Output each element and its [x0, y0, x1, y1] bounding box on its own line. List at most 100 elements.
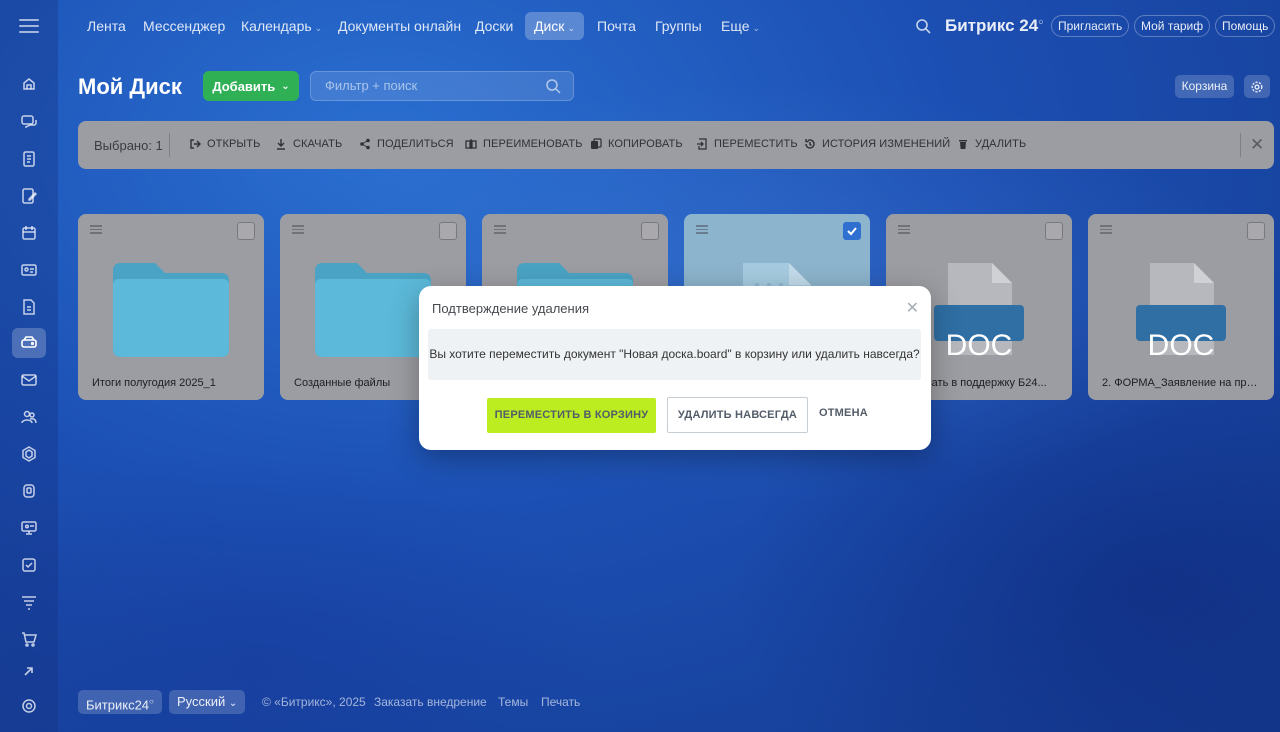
selection-toolbar: Выбрано: 1 ОТКРЫТЬ СКАЧАТЬ ПОДЕЛИТЬСЯ ПЕ…: [78, 121, 1274, 169]
folder-icon: [78, 246, 264, 372]
select-checkbox[interactable]: [641, 222, 659, 240]
funnel-icon[interactable]: [12, 587, 46, 617]
nav-groups[interactable]: Группы: [646, 12, 711, 40]
search-icon[interactable]: [545, 78, 561, 94]
move-action[interactable]: ПЕРЕМЕСТИТЬ: [696, 138, 798, 150]
trash-bin-button[interactable]: Корзина: [1175, 75, 1234, 98]
open-icon: [190, 139, 201, 149]
close-icon[interactable]: ✕: [906, 298, 919, 318]
drag-handle-icon[interactable]: [898, 225, 910, 234]
order-implementation-link[interactable]: Заказать внедрение: [374, 695, 487, 709]
nav-messenger[interactable]: Мессенджер: [134, 12, 234, 40]
help-button[interactable]: Помощь: [1215, 15, 1276, 37]
select-checkbox[interactable]: [1247, 222, 1265, 240]
presentation-icon[interactable]: [12, 513, 46, 543]
divider: [169, 133, 170, 157]
invite-button[interactable]: Пригласить: [1051, 15, 1130, 37]
nav-boards[interactable]: Доски: [466, 12, 522, 40]
share-icon: [360, 138, 370, 150]
footer-brand-button[interactable]: Битрикс24○: [78, 690, 162, 714]
select-checkbox[interactable]: [439, 222, 457, 240]
robot-icon[interactable]: [12, 476, 46, 506]
select-checkbox[interactable]: [1045, 222, 1063, 240]
open-action[interactable]: ОТКРЫТЬ: [189, 138, 260, 150]
expand-arrow-icon[interactable]: [12, 657, 46, 687]
trash-icon: [959, 140, 967, 149]
history-action[interactable]: ИСТОРИЯ ИЗМЕНЕНИЙ: [804, 138, 950, 150]
nav-documents-online[interactable]: Документы онлайн: [329, 12, 470, 40]
delete-forever-button[interactable]: УДАЛИТЬ НАВСЕГДА: [667, 397, 808, 433]
nav-more[interactable]: Еще ⌄: [712, 12, 769, 40]
doc-tile[interactable]: DOC 2. ФОРМА_Заявление на пред...: [1088, 214, 1274, 400]
download-icon: [277, 139, 285, 150]
chevron-down-icon: ⌄: [752, 23, 761, 33]
drag-handle-icon[interactable]: [90, 225, 102, 234]
nav-calendar[interactable]: Календарь ⌄: [232, 12, 331, 40]
drag-handle-icon[interactable]: [1100, 225, 1112, 234]
calendar-icon[interactable]: [12, 218, 46, 248]
brand-logo[interactable]: Битрикс 24○: [945, 16, 1044, 36]
doc-badge: DOC: [1147, 329, 1215, 362]
documents-icon[interactable]: [12, 144, 46, 174]
file-icon[interactable]: [12, 292, 46, 322]
settings-gear-icon[interactable]: [12, 691, 46, 721]
print-link[interactable]: Печать: [541, 695, 580, 709]
feed-icon[interactable]: [12, 70, 46, 100]
delete-confirmation-dialog: Подтверждение удаления ✕ Вы хотите перем…: [419, 286, 931, 450]
chevron-down-icon: ⌄: [281, 80, 290, 92]
nav-feed[interactable]: Лента: [78, 12, 135, 40]
divider: [1240, 133, 1241, 157]
close-icon[interactable]: ✕: [1250, 135, 1264, 155]
rename-icon: [465, 139, 477, 149]
dialog-title: Подтверждение удаления: [432, 301, 590, 316]
move-to-trash-button[interactable]: ПЕРЕМЕСТИТЬ В КОРЗИНУ: [487, 398, 656, 433]
drag-handle-icon[interactable]: [292, 225, 304, 234]
select-checkbox-checked[interactable]: [843, 222, 861, 240]
drag-handle-icon[interactable]: [696, 225, 708, 234]
footer: Битрикс24○ Русский ⌄ © «Битрикс», 2025 З…: [78, 690, 678, 714]
drag-handle-icon[interactable]: [494, 225, 506, 234]
select-checkbox[interactable]: [237, 222, 255, 240]
dialog-message: Вы хотите переместить документ "Новая до…: [428, 329, 921, 380]
disk-icon[interactable]: [12, 328, 46, 358]
download-action[interactable]: СКАЧАТЬ: [275, 138, 342, 150]
chat-icon[interactable]: [12, 107, 46, 137]
nav-mail[interactable]: Почта: [588, 12, 645, 40]
doc-file-icon: DOC: [1088, 246, 1274, 372]
filter-search-input[interactable]: Фильтр + поиск: [310, 71, 574, 101]
left-sidebar: [0, 0, 58, 732]
hexagon-icon[interactable]: [12, 439, 46, 469]
checkmark-icon: [847, 227, 857, 236]
edit-document-icon[interactable]: [12, 181, 46, 211]
delete-action[interactable]: УДАЛИТЬ: [957, 138, 1026, 150]
hamburger-menu-icon[interactable]: [19, 16, 39, 36]
page-title: Мой Диск: [78, 74, 182, 99]
move-icon: [697, 138, 707, 150]
gear-icon: [1251, 81, 1263, 92]
tasks-icon[interactable]: [12, 550, 46, 580]
rename-action[interactable]: ПЕРЕИМЕНОВАТЬ: [465, 138, 583, 150]
chevron-down-icon: ⌄: [314, 23, 323, 33]
nav-disk[interactable]: Диск ⌄: [525, 12, 584, 40]
folder-tile[interactable]: Итоги полугодия 2025_1: [78, 214, 264, 400]
copyright: © «Битрикс», 2025: [262, 695, 366, 709]
tile-name: 2. ФОРМА_Заявление на пред...: [1102, 377, 1262, 389]
selected-count: Выбрано: 1: [94, 138, 163, 153]
groups-icon[interactable]: [12, 402, 46, 432]
language-select[interactable]: Русский ⌄: [169, 690, 246, 714]
my-tariff-button[interactable]: Мой тариф: [1134, 15, 1211, 37]
chevron-down-icon: ⌄: [228, 698, 238, 709]
share-action[interactable]: ПОДЕЛИТЬСЯ: [359, 138, 454, 150]
copy-action[interactable]: КОПИРОВАТЬ: [590, 138, 683, 150]
add-button[interactable]: Добавить ⌄: [203, 71, 299, 101]
chevron-down-icon: ⌄: [567, 23, 575, 33]
settings-button[interactable]: [1244, 75, 1270, 98]
mail-icon[interactable]: [12, 365, 46, 395]
search-icon[interactable]: [915, 18, 931, 34]
history-icon: [805, 139, 815, 149]
cancel-button[interactable]: ОТМЕНА: [819, 407, 868, 419]
tile-name: Итоги полугодия 2025_1: [92, 377, 216, 389]
contact-card-icon[interactable]: [12, 255, 46, 285]
themes-link[interactable]: Темы: [498, 695, 528, 709]
cart-icon[interactable]: [12, 624, 46, 654]
